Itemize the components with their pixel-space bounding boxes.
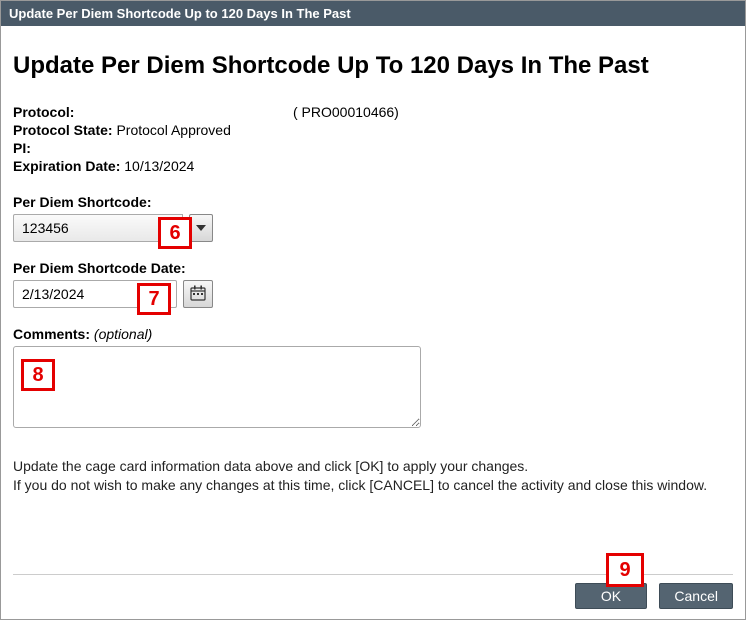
- protocol-label: Protocol:: [13, 104, 293, 120]
- dialog-window: Update Per Diem Shortcode Up to 120 Days…: [0, 0, 746, 620]
- cancel-button[interactable]: Cancel: [659, 583, 733, 609]
- protocol-state-label: Protocol State:: [13, 122, 113, 138]
- date-picker-button[interactable]: [183, 280, 213, 308]
- shortcode-dropdown-button[interactable]: [189, 214, 213, 242]
- help-line-2: If you do not wish to make any changes a…: [13, 476, 733, 495]
- comments-optional-text: (optional): [94, 326, 152, 342]
- shortcode-input[interactable]: [13, 214, 183, 242]
- window-titlebar: Update Per Diem Shortcode Up to 120 Days…: [1, 1, 745, 26]
- protocol-state-value: Protocol Approved: [116, 122, 230, 138]
- protocol-state-row: Protocol State: Protocol Approved: [13, 122, 733, 138]
- window-title: Update Per Diem Shortcode Up to 120 Days…: [9, 6, 351, 21]
- comments-field-group: Comments: (optional): [13, 326, 733, 433]
- expiration-value: 10/13/2024: [124, 158, 194, 174]
- help-line-1: Update the cage card information data ab…: [13, 457, 733, 476]
- expiration-row: Expiration Date: 10/13/2024: [13, 158, 733, 174]
- protocol-info-block: Protocol: ( PRO00010466) Protocol State:…: [13, 104, 733, 174]
- protocol-row: Protocol: ( PRO00010466): [13, 104, 733, 120]
- expiration-label: Expiration Date:: [13, 158, 120, 174]
- shortcode-date-field-group: Per Diem Shortcode Date:: [13, 260, 733, 308]
- comments-label-text: Comments:: [13, 326, 90, 342]
- comments-textarea[interactable]: [13, 346, 421, 428]
- comments-label: Comments: (optional): [13, 326, 733, 342]
- shortcode-date-input[interactable]: [13, 280, 177, 308]
- ok-button[interactable]: OK: [575, 583, 647, 609]
- page-title: Update Per Diem Shortcode Up To 120 Days…: [13, 52, 733, 80]
- shortcode-field-group: Per Diem Shortcode:: [13, 194, 733, 242]
- calendar-icon: [190, 285, 206, 304]
- help-text: Update the cage card information data ab…: [13, 457, 733, 495]
- dialog-content: Update Per Diem Shortcode Up To 120 Days…: [1, 26, 745, 495]
- pi-row: PI:: [13, 140, 733, 156]
- shortcode-date-label: Per Diem Shortcode Date:: [13, 260, 733, 276]
- footer-divider: [13, 574, 733, 575]
- protocol-value: ( PRO00010466): [293, 104, 399, 120]
- button-row: OK Cancel: [13, 583, 733, 609]
- chevron-down-icon: [196, 221, 206, 236]
- dialog-footer: OK Cancel: [13, 574, 733, 609]
- shortcode-label: Per Diem Shortcode:: [13, 194, 733, 210]
- pi-label: PI:: [13, 140, 31, 156]
- shortcode-combo: [13, 214, 213, 242]
